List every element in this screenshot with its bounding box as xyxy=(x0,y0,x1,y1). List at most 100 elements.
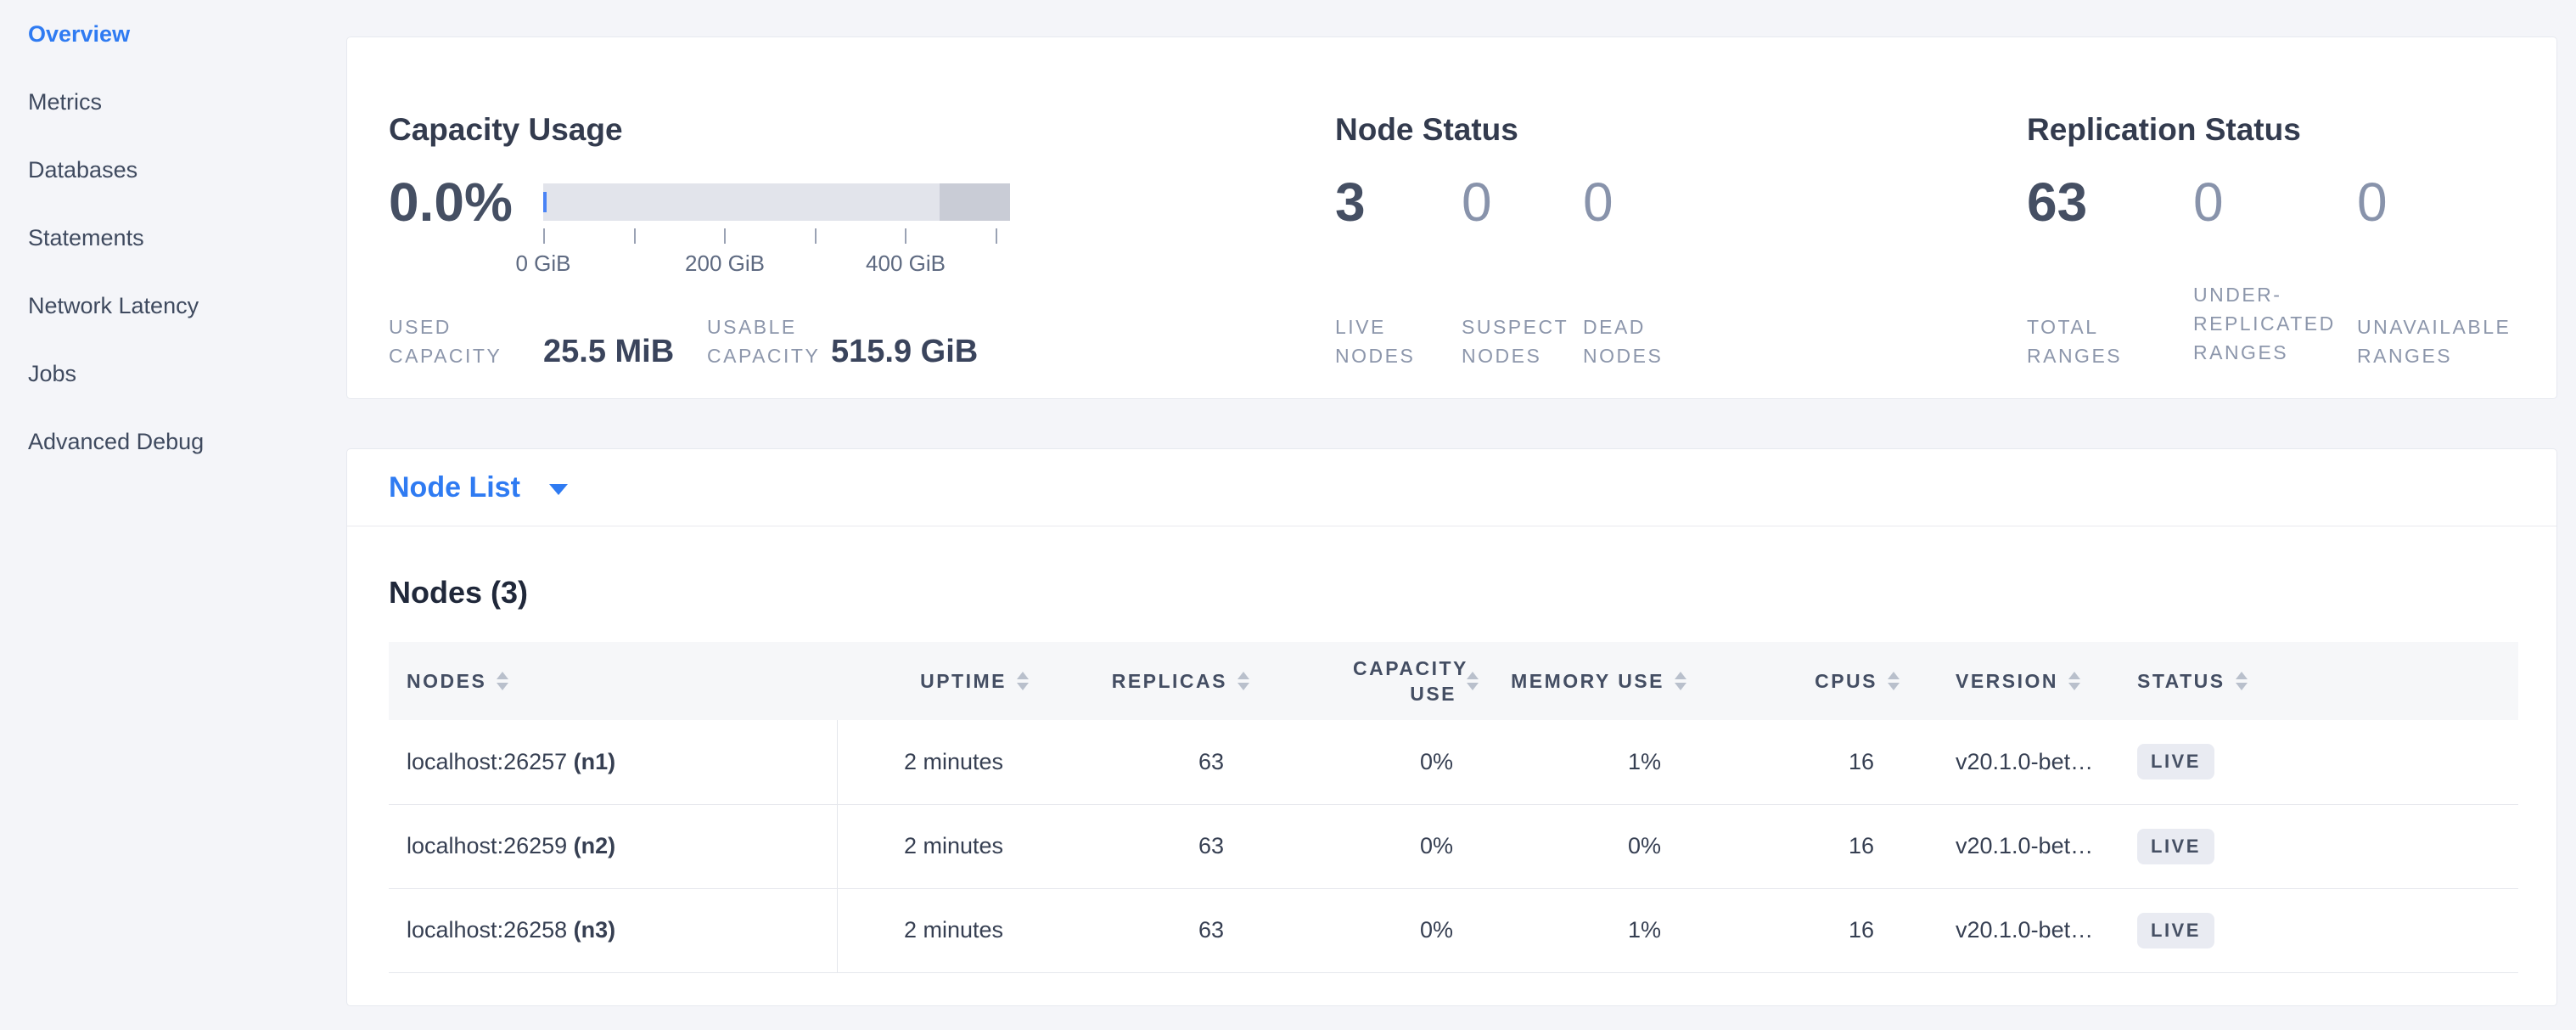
column-header-status[interactable]: STATUS xyxy=(2106,642,2518,720)
column-header-replicas[interactable]: REPLICAS xyxy=(1053,642,1274,720)
nodes-panel: Node List Nodes (3) NODES UPTIME xyxy=(346,448,2557,1006)
column-header-uptime[interactable]: UPTIME xyxy=(837,642,1053,720)
gauge-label-400: 400 GiB xyxy=(866,250,946,277)
memory-use-cell: 0% xyxy=(1503,804,1711,888)
sidebar-item-overview[interactable]: Overview xyxy=(0,0,323,68)
sidebar: Overview Metrics Databases Statements Ne… xyxy=(0,0,323,1030)
used-capacity-value: 25.5 MiB xyxy=(543,333,674,370)
sort-icon xyxy=(1675,672,1686,690)
table-header-row: NODES UPTIME REPLICAS xyxy=(389,642,2518,720)
column-label: UPTIME xyxy=(920,668,1007,694)
column-label: CPUS xyxy=(1815,668,1877,694)
memory-use-cell: 1% xyxy=(1503,888,1711,972)
total-ranges-label: TOTAL RANGES xyxy=(2027,312,2120,370)
sort-icon xyxy=(2068,672,2080,690)
caret-down-icon xyxy=(549,484,568,495)
gauge-used-marker xyxy=(543,192,547,212)
column-header-memory-use[interactable]: MEMORY USE xyxy=(1503,642,1711,720)
version-cell: v20.1.0-bet… xyxy=(1924,804,2106,888)
capacity-usage-title: Capacity Usage xyxy=(389,114,623,145)
replicas-cell: 63 xyxy=(1053,804,1274,888)
cluster-summary-panel: Capacity Usage 0.0% 0 GiB 200 GiB 400 Gi… xyxy=(346,37,2557,399)
sidebar-item-jobs[interactable]: Jobs xyxy=(0,340,323,408)
table-row: localhost:26257 (n1) 2 minutes 63 0% 1% … xyxy=(389,720,2518,804)
table-row: localhost:26259 (n2) 2 minutes 63 0% 0% … xyxy=(389,804,2518,888)
node-address: localhost:26257 xyxy=(407,749,567,774)
node-address-link[interactable]: localhost:26257 (n1) xyxy=(407,749,615,774)
unavailable-ranges-label: UNAVAILABLE RANGES xyxy=(2357,312,2518,370)
suspect-nodes-count: 0 xyxy=(1462,172,1492,233)
column-header-capacity-use[interactable]: CAPACITY USE xyxy=(1274,642,1503,720)
nodes-table-title: Nodes (3) xyxy=(389,575,528,611)
column-header-nodes[interactable]: NODES xyxy=(389,642,837,720)
node-address-link[interactable]: localhost:26258 (n3) xyxy=(407,917,615,943)
node-status-title: Node Status xyxy=(1335,114,1518,145)
capacity-gauge xyxy=(543,183,1010,221)
sort-icon xyxy=(497,672,508,690)
column-label: STATUS xyxy=(2137,668,2225,694)
capacity-use-cell: 0% xyxy=(1274,888,1503,972)
column-label: CAPACITY USE xyxy=(1353,656,1456,706)
sort-icon xyxy=(1017,672,1029,690)
column-label: VERSION xyxy=(1956,668,2058,694)
gauge-other-usage-segment xyxy=(940,183,1010,221)
status-badge: LIVE xyxy=(2137,744,2214,780)
node-address: localhost:26259 xyxy=(407,833,567,858)
version-cell: v20.1.0-bet… xyxy=(1924,720,2106,804)
node-id: (n2) xyxy=(574,833,616,858)
node-id: (n3) xyxy=(574,917,616,943)
replicas-cell: 63 xyxy=(1053,720,1274,804)
nodes-table: NODES UPTIME REPLICAS xyxy=(389,642,2518,973)
sort-icon xyxy=(1888,672,1900,690)
under-replicated-ranges-label: UNDER-REPLICATED RANGES xyxy=(2193,280,2354,367)
uptime-cell: 2 minutes xyxy=(837,804,1053,888)
column-header-cpus[interactable]: CPUS xyxy=(1711,642,1924,720)
used-capacity-label: USED CAPACITY xyxy=(389,312,508,370)
node-address: localhost:26258 xyxy=(407,917,567,943)
node-address-link[interactable]: localhost:26259 (n2) xyxy=(407,833,615,858)
cpus-cell: 16 xyxy=(1711,888,1924,972)
cpus-cell: 16 xyxy=(1711,720,1924,804)
gauge-axis-labels: 0 GiB 200 GiB 400 GiB xyxy=(543,250,997,278)
column-label: NODES xyxy=(407,668,486,694)
replicas-cell: 63 xyxy=(1053,888,1274,972)
sort-icon xyxy=(2236,672,2248,690)
live-nodes-count: 3 xyxy=(1335,172,1366,233)
table-row: localhost:26258 (n3) 2 minutes 63 0% 1% … xyxy=(389,888,2518,972)
node-list-dropdown[interactable]: Node List xyxy=(347,449,2556,526)
capacity-use-cell: 0% xyxy=(1274,804,1503,888)
sidebar-item-advanced-debug[interactable]: Advanced Debug xyxy=(0,408,323,476)
gauge-label-0: 0 GiB xyxy=(515,250,570,277)
live-nodes-label: LIVE NODES xyxy=(1335,312,1428,370)
capacity-usage-percent: 0.0% xyxy=(389,172,513,233)
total-ranges-count: 63 xyxy=(2027,172,2087,233)
version-cell: v20.1.0-bet… xyxy=(1924,888,2106,972)
gauge-label-200: 200 GiB xyxy=(685,250,765,277)
sort-icon xyxy=(1467,672,1479,690)
usable-capacity-label: USABLE CAPACITY xyxy=(707,312,826,370)
status-badge: LIVE xyxy=(2137,829,2214,864)
capacity-use-cell: 0% xyxy=(1274,720,1503,804)
column-label: MEMORY USE xyxy=(1511,668,1664,694)
column-header-version[interactable]: VERSION xyxy=(1924,642,2106,720)
sidebar-item-metrics[interactable]: Metrics xyxy=(0,68,323,136)
suspect-nodes-label: SUSPECT NODES xyxy=(1462,312,1563,370)
usable-capacity-value: 515.9 GiB xyxy=(831,333,978,370)
cpus-cell: 16 xyxy=(1711,804,1924,888)
sidebar-item-statements[interactable]: Statements xyxy=(0,204,323,272)
uptime-cell: 2 minutes xyxy=(837,888,1053,972)
status-badge: LIVE xyxy=(2137,913,2214,948)
sort-icon xyxy=(1237,672,1249,690)
memory-use-cell: 1% xyxy=(1503,720,1711,804)
dead-nodes-count: 0 xyxy=(1583,172,1614,233)
node-list-dropdown-label: Node List xyxy=(389,471,520,504)
sidebar-item-network-latency[interactable]: Network Latency xyxy=(0,272,323,340)
node-id: (n1) xyxy=(574,749,616,774)
sidebar-item-databases[interactable]: Databases xyxy=(0,136,323,204)
under-replicated-ranges-count: 0 xyxy=(2193,172,2224,233)
uptime-cell: 2 minutes xyxy=(837,720,1053,804)
unavailable-ranges-count: 0 xyxy=(2357,172,2388,233)
dead-nodes-label: DEAD NODES xyxy=(1583,312,1676,370)
column-label: REPLICAS xyxy=(1112,668,1227,694)
replication-status-title: Replication Status xyxy=(2027,114,2301,145)
